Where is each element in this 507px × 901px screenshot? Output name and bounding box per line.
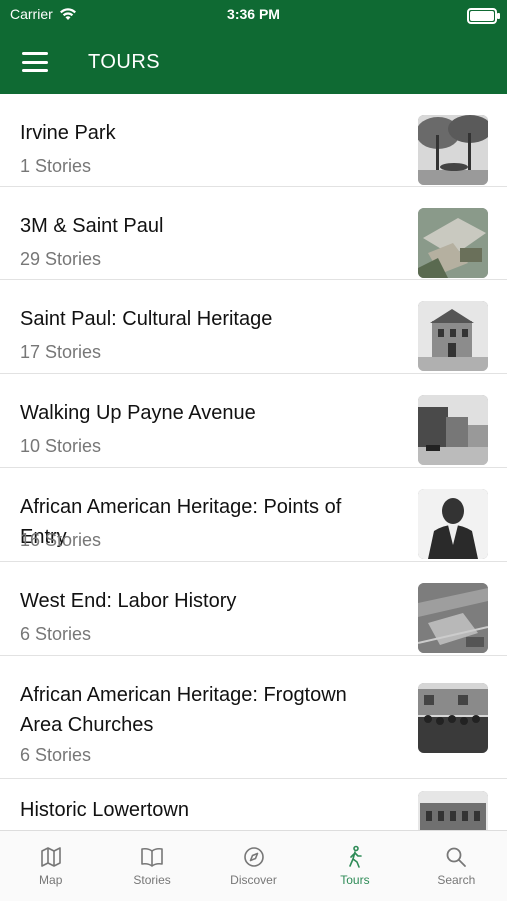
tour-story-count: 1 Stories [20,156,92,176]
battery-icon [467,8,500,24]
clock: 3:36 PM [227,6,280,22]
map-icon [40,847,61,867]
tour-story-count: 10 Stories [20,436,102,456]
building-photo [418,791,488,830]
tab-discover-label: Discover [230,873,277,887]
tab-search[interactable]: Search [406,831,507,901]
tab-tours[interactable]: Tours [304,831,405,901]
tour-story-count: 17 Stories [20,342,102,362]
list-item[interactable]: Walking Up Payne Avenue 10 Stories [0,374,507,468]
tour-title: African American Heritage: Frogtown Area… [20,684,347,736]
tour-story-count: 6 Stories [20,624,92,644]
tour-title: Walking Up Payne Avenue [20,402,256,424]
menu-icon[interactable] [22,52,48,72]
tour-story-count: 29 Stories [20,249,102,269]
tour-story-count: 6 Stories [20,745,92,765]
tab-search-label: Search [437,873,476,887]
tab-bar: Map Stories Discover Tours Search [0,830,507,901]
compass-icon [243,847,264,867]
tours-list[interactable]: Irvine Park 1 Stories 3M & Saint Paul 29… [0,94,507,830]
list-item[interactable]: African American Heritage: Points of Ent… [0,468,507,562]
street-photo [418,395,488,465]
tab-map[interactable]: Map [0,831,101,901]
book-icon [141,847,163,867]
tour-title: 3M & Saint Paul [20,215,164,237]
tour-story-count: 16 Stories [20,530,102,550]
list-item[interactable]: African American Heritage: Frogtown Area… [0,656,507,779]
tour-title: Saint Paul: Cultural Heritage [20,308,273,330]
tab-map-label: Map [39,873,63,887]
tour-title: Historic Lowertown [20,799,189,821]
page-title: TOURS [88,50,161,73]
walking-icon [349,845,362,868]
app-header: Carrier 3:36 PM TOURS [0,0,507,94]
tour-title: West End: Labor History [20,590,237,612]
park-photo [418,115,488,185]
tab-tours-label: Tours [340,873,370,887]
tab-stories[interactable]: Stories [101,831,202,901]
tab-stories-label: Stories [133,873,171,887]
factory-aerial-photo [418,208,488,278]
list-item[interactable]: Historic Lowertown [0,779,507,830]
list-item[interactable]: Saint Paul: Cultural Heritage 17 Stories [0,280,507,374]
crowd-photo [418,683,488,753]
nav-bar: TOURS [0,36,507,88]
house-photo [418,301,488,371]
tour-title: Irvine Park [20,122,116,144]
list-item[interactable]: West End: Labor History 6 Stories [0,562,507,656]
status-bar: Carrier 3:36 PM [0,0,507,30]
list-item[interactable]: 3M & Saint Paul 29 Stories [0,187,507,280]
search-icon [446,847,467,867]
tab-discover[interactable]: Discover [203,831,304,901]
portrait-photo [418,489,488,559]
list-item[interactable]: Irvine Park 1 Stories [0,94,507,187]
aerial-photo [418,583,488,653]
